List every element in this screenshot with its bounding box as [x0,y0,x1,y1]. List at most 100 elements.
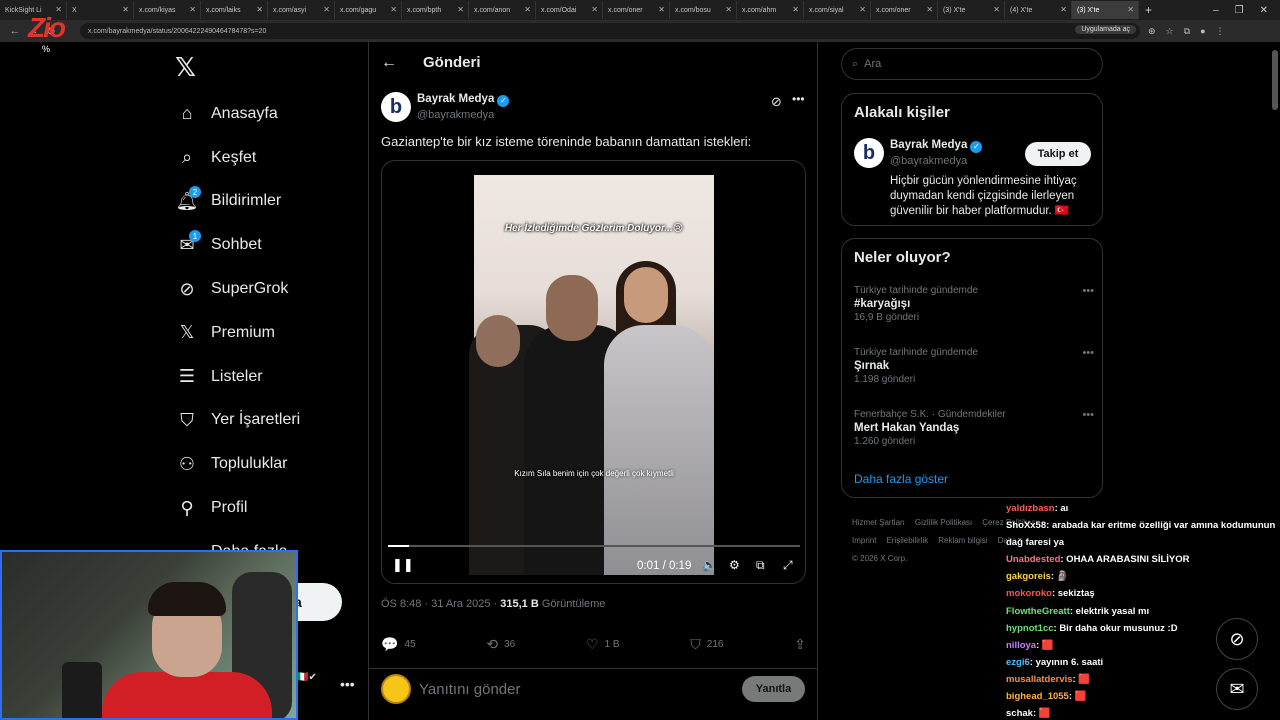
tab-close-icon[interactable]: ✕ [457,5,464,14]
back-icon[interactable]: ← [6,25,24,37]
menu-icon[interactable]: ⋮ [1216,26,1225,37]
tab-close-icon[interactable]: ✕ [1127,5,1134,14]
browser-tab[interactable]: (3) X'te ✕ [938,1,1005,19]
video-frame[interactable]: Her İzlediğimde Gözlerim Doluyor...😢 Kız… [469,175,714,575]
browser-tab[interactable]: x.com/asyi ✕ [268,1,335,19]
nav-item-listeler[interactable]: ☰ Listeler [175,355,300,399]
trend-more-icon[interactable]: ••• [1082,285,1094,297]
chat-username[interactable]: musallatdervis [1006,674,1073,685]
open-in-app-button[interactable]: Uygulamada aç [1075,25,1136,34]
video-player[interactable]: Her İzlediğimde Gözlerim Doluyor...😢 Kız… [381,160,806,584]
chat-username[interactable]: schak [1006,708,1033,719]
messages-fab-icon[interactable]: ✉ [1216,668,1258,710]
browser-tab[interactable]: x.com/bpth ✕ [402,1,469,19]
close-window-icon[interactable]: ✕ [1260,5,1268,16]
star-icon[interactable]: ☆ [1166,26,1174,37]
browser-tab[interactable]: x.com/siyal ✕ [804,1,871,19]
browser-tab[interactable]: x.com/gagu ✕ [335,1,402,19]
share-action[interactable]: ⇪ [794,636,806,653]
like-action[interactable]: ♡ 1 B [586,636,620,653]
zoom-icon[interactable]: ⊕ [1148,26,1156,37]
restore-icon[interactable]: ❐ [1235,5,1244,16]
trend-item[interactable]: Türkiye tarihinde gündemde Şırnak 1.198 gö… [854,347,1094,385]
browser-tab[interactable]: x.com/laiks ✕ [201,1,268,19]
account-more-icon[interactable]: ••• [340,676,355,692]
author-avatar[interactable]: b [381,92,411,122]
footer-link[interactable]: © 2026 X Corp. [852,554,907,563]
reply-input[interactable]: Yanıtını gönder [419,681,520,698]
nav-item-keşfet[interactable]: ⌕ Keşfet [175,136,300,180]
trend-item[interactable]: Fenerbahçe S.K. · Gündemdekiler Mert Haka… [854,409,1094,447]
scrollbar[interactable] [1272,50,1278,110]
author-handle[interactable]: @bayrakmedya [417,109,494,121]
nav-item-sohbet[interactable]: ✉ 1 Sohbet [175,223,300,267]
chat-username[interactable]: ShoXx58 [1006,520,1046,531]
related-handle[interactable]: @bayrakmedya [890,155,967,167]
tab-close-icon[interactable]: ✕ [323,5,330,14]
reply-action[interactable]: 💬 45 [381,636,416,653]
nav-item-profil[interactable]: ⚲ Profil [175,486,300,530]
chat-username[interactable]: nilloya [1006,640,1036,651]
follow-button[interactable]: Takip et [1025,142,1091,166]
browser-tab[interactable]: x.com/anon ✕ [469,1,536,19]
trend-item[interactable]: Türkiye tarihinde gündemde #karyağışı 16,9… [854,285,1094,323]
nav-item-supergrok[interactable]: ⊘ SuperGrok [175,267,300,311]
tab-close-icon[interactable]: ✕ [792,5,799,14]
nav-item-yer-i̇şaretleri[interactable]: ⛉ Yer İşaretleri [175,399,300,443]
footer-link[interactable]: Erişilebilirlik [886,536,928,545]
author-name[interactable]: Bayrak Medya ✓ [417,93,510,107]
browser-tab[interactable]: x.com/oner ✕ [603,1,670,19]
tab-close-icon[interactable]: ✕ [591,5,598,14]
chat-username[interactable]: bighead_1055 [1006,691,1069,702]
reply-button[interactable]: Yanıtla [742,676,805,702]
browser-tab[interactable]: (3) X'te ✕ [1072,1,1139,19]
profile-icon[interactable]: ● [1200,26,1205,37]
browser-tab[interactable]: x.com/oner ✕ [871,1,938,19]
more-options-icon[interactable]: ••• [792,92,805,106]
trend-more-icon[interactable]: ••• [1082,409,1094,421]
tab-close-icon[interactable]: ✕ [725,5,732,14]
nav-item-topluluklar[interactable]: ⚇ Topluluklar [175,442,300,486]
browser-tab[interactable]: x.com/Odai ✕ [536,1,603,19]
my-avatar[interactable] [381,674,411,704]
chat-username[interactable]: FlowtheGreatt [1006,606,1070,617]
tab-close-icon[interactable]: ✕ [390,5,397,14]
chat-username[interactable]: yaldızbasn [1006,503,1055,514]
browser-tab[interactable]: X ✕ [67,1,134,19]
tab-close-icon[interactable]: ✕ [1060,5,1067,14]
nav-item-anasayfa[interactable]: ⌂ Anasayfa [175,92,300,136]
tab-close-icon[interactable]: ✕ [993,5,1000,14]
related-avatar[interactable]: b [854,138,884,168]
new-tab-button[interactable]: + [1139,3,1158,17]
chat-username[interactable]: gakgoreis [1006,571,1051,582]
grok-fab-icon[interactable]: ⊘ [1216,618,1258,660]
chat-username[interactable]: hypnot1cc [1006,623,1054,634]
fullscreen-icon[interactable]: ⤢ [783,558,793,573]
footer-link[interactable]: Hizmet Şartları [852,518,905,527]
tab-close-icon[interactable]: ✕ [256,5,263,14]
tab-close-icon[interactable]: ✕ [859,5,866,14]
post-timestamp[interactable]: ÖS 8:48 · 31 Ara 2025 · [381,598,500,610]
picture-in-picture-icon[interactable]: ⧉ [756,558,765,573]
tab-close-icon[interactable]: ✕ [122,5,129,14]
minimize-icon[interactable]: – [1213,5,1219,16]
address-bar[interactable]: x.com/bayrakmedya/status/200642224904647… [80,23,1140,39]
browser-tab[interactable]: x.com/ahm ✕ [737,1,804,19]
browser-tab[interactable]: (4) X'te ✕ [1005,1,1072,19]
x-logo-icon[interactable]: 𝕏 [175,52,196,83]
bookmark-action[interactable]: ⛉ 216 [690,636,723,653]
search-input[interactable]: ⌕ Ara [841,48,1103,80]
tab-close-icon[interactable]: ✕ [524,5,531,14]
volume-icon[interactable]: 🔈 [702,558,717,572]
settings-icon[interactable]: ⚙ [729,558,740,572]
tab-close-icon[interactable]: ✕ [926,5,933,14]
chat-username[interactable]: Unabdested [1006,554,1060,565]
nav-item-premium[interactable]: 𝕏 Premium [175,311,300,355]
show-more-link[interactable]: Daha fazla göster [854,472,948,486]
tab-close-icon[interactable]: ✕ [189,5,196,14]
extensions-icon[interactable]: ⧉ [1184,26,1190,37]
browser-tab[interactable]: x.com/kiyas ✕ [134,1,201,19]
chat-username[interactable]: mokoroko [1006,588,1052,599]
back-arrow-icon[interactable]: ← [381,54,397,72]
nav-item-bildirimler[interactable]: 🔔︎ 2 Bildirimler [175,180,300,224]
